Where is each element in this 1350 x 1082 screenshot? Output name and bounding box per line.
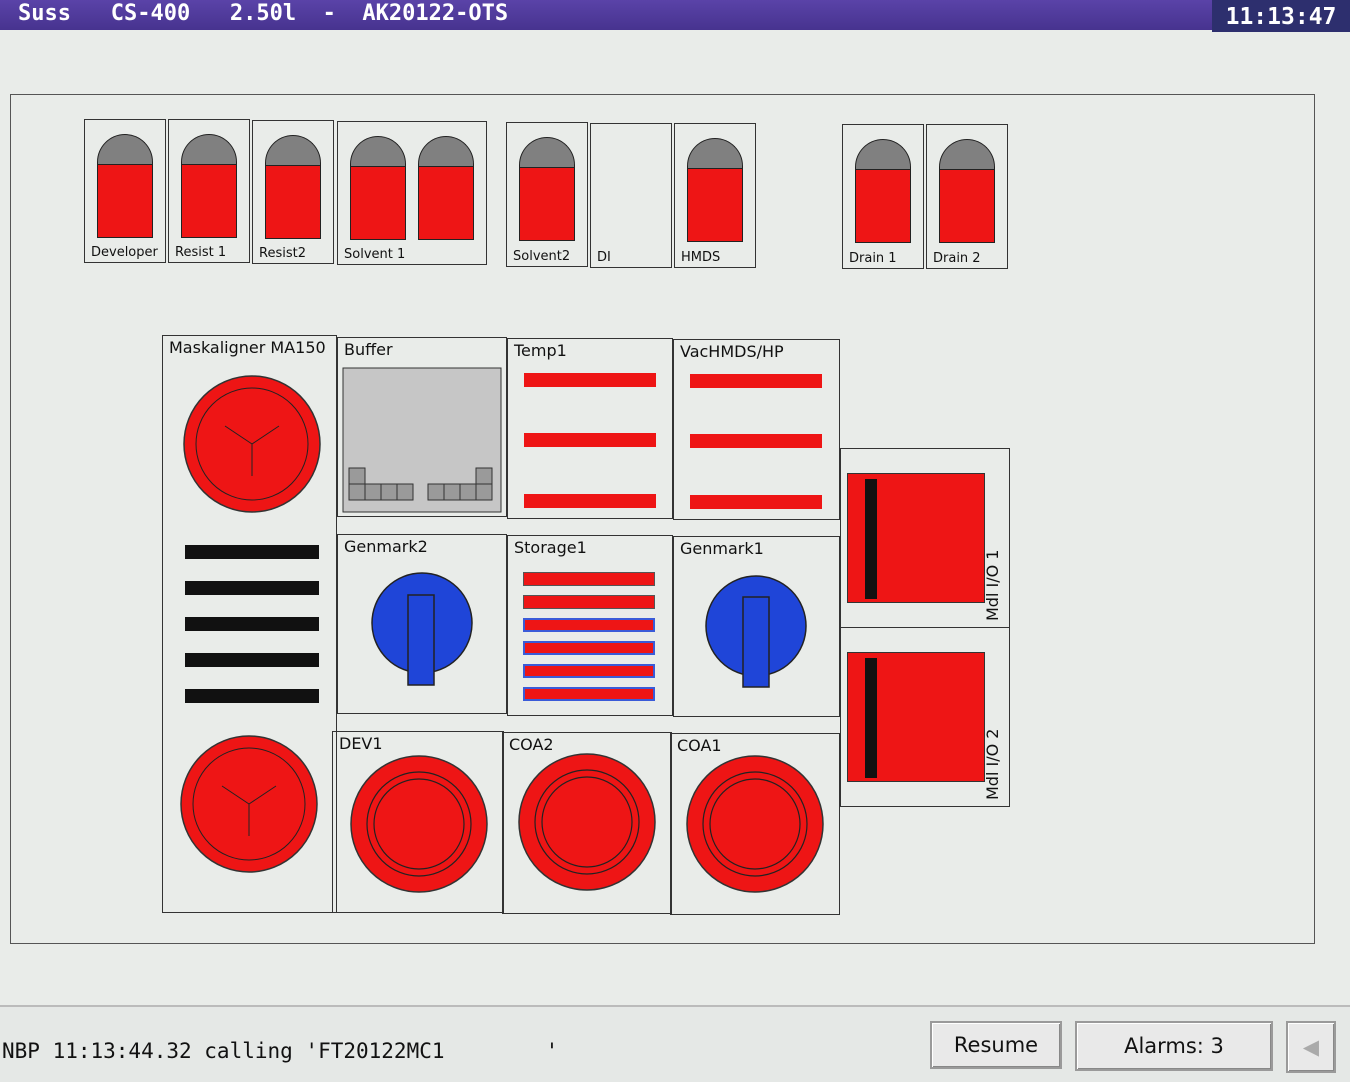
tank-label: Solvent 1 [344,247,406,262]
spin-chuck-icon [686,755,824,893]
vachmds-plate [690,374,822,388]
module-genmark1[interactable]: Genmark1 [673,536,840,717]
buffer-graphic [342,367,502,513]
tank-label: DI [597,250,611,265]
window-title: Suss CS-400 2.50l - AK20122-OTS [18,1,509,26]
resume-button[interactable]: Resume [930,1021,1062,1069]
alarms-button[interactable]: Alarms: 3 [1075,1021,1273,1071]
module-buffer[interactable]: Buffer [337,337,507,517]
tank-solvent2[interactable]: Solvent2 [506,122,588,267]
vachmds-plate [690,495,822,509]
storage-slot [523,572,655,586]
module-mdl-io-1[interactable]: Mdl I/O 1 [840,448,1010,628]
module-vachmds[interactable]: VacHMDS/HP [673,339,840,520]
speaker-icon[interactable]: ◀ [1286,1021,1336,1073]
tank-resist1[interactable]: Resist 1 [168,119,250,263]
module-label: Temp1 [514,341,567,360]
spin-chuck-icon [350,755,488,893]
tank-icon [97,134,153,238]
tank-drain1[interactable]: Drain 1 [842,124,924,269]
tank-label: Resist 1 [175,245,227,260]
tank-resist2[interactable]: Resist2 [252,120,334,264]
module-mdl-io-2[interactable]: Mdl I/O 2 [840,627,1010,807]
tank-label: Drain 1 [849,251,897,266]
storage-slot [523,664,655,678]
status-bar: NBP 11:13:44.32 calling 'FT20122MC1 ' Re… [0,1005,1350,1082]
temp1-plate [524,494,656,508]
tank-label: Solvent2 [513,249,571,264]
module-coa2[interactable]: COA2 [502,732,672,914]
temp1-plate [524,373,656,387]
tank-label: HMDS [681,250,721,265]
tank-hmds[interactable]: HMDS [674,123,756,268]
tank-icon [350,136,406,240]
tank-solvent1[interactable]: Solvent 1 [337,121,487,265]
tank-icon [519,137,575,241]
robot-icon [371,572,473,686]
tank-label: Drain 2 [933,251,981,266]
tank-icon [855,139,911,243]
module-storage1[interactable]: Storage1 [507,535,673,716]
tank-drain2[interactable]: Drain 2 [926,124,1008,269]
storage-slot [523,687,655,701]
tank-icon [418,136,474,240]
tank-icon [181,134,237,238]
module-label: VacHMDS/HP [680,342,784,361]
status-message: NBP 11:13:44.32 calling 'FT20122MC1 ' [2,1039,559,1063]
tank-label: Developer [91,245,158,260]
vachmds-plate [690,434,822,448]
cassette-marker [865,479,877,599]
module-dev1[interactable]: DEV1 [332,731,504,913]
clock: 11:13:47 [1212,0,1350,32]
module-label: Mdl I/O 1 [983,549,1002,621]
module-label: Storage1 [514,538,587,557]
storage-slot [523,641,655,655]
maskaligner-graphic [180,375,321,873]
spin-chuck-icon [518,753,656,891]
storage-slot [523,595,655,609]
title-bar: Suss CS-400 2.50l - AK20122-OTS 11:13:47 [0,0,1350,32]
tank-icon [265,135,321,239]
tank-icon [939,139,995,243]
module-coa1[interactable]: COA1 [670,733,840,915]
module-temp1[interactable]: Temp1 [507,338,673,519]
tank-icon [687,138,743,242]
tank-di[interactable]: DI [590,123,672,268]
storage-slot [523,618,655,632]
robot-icon [705,575,807,688]
module-label: Mdl I/O 2 [983,728,1002,800]
module-genmark2[interactable]: Genmark2 [337,534,507,714]
temp1-plate [524,433,656,447]
tank-developer[interactable]: Developer [84,119,166,263]
tank-label: Resist2 [259,246,306,261]
module-maskaligner[interactable]: Maskaligner MA150 [162,335,337,913]
cassette-marker [865,658,877,778]
